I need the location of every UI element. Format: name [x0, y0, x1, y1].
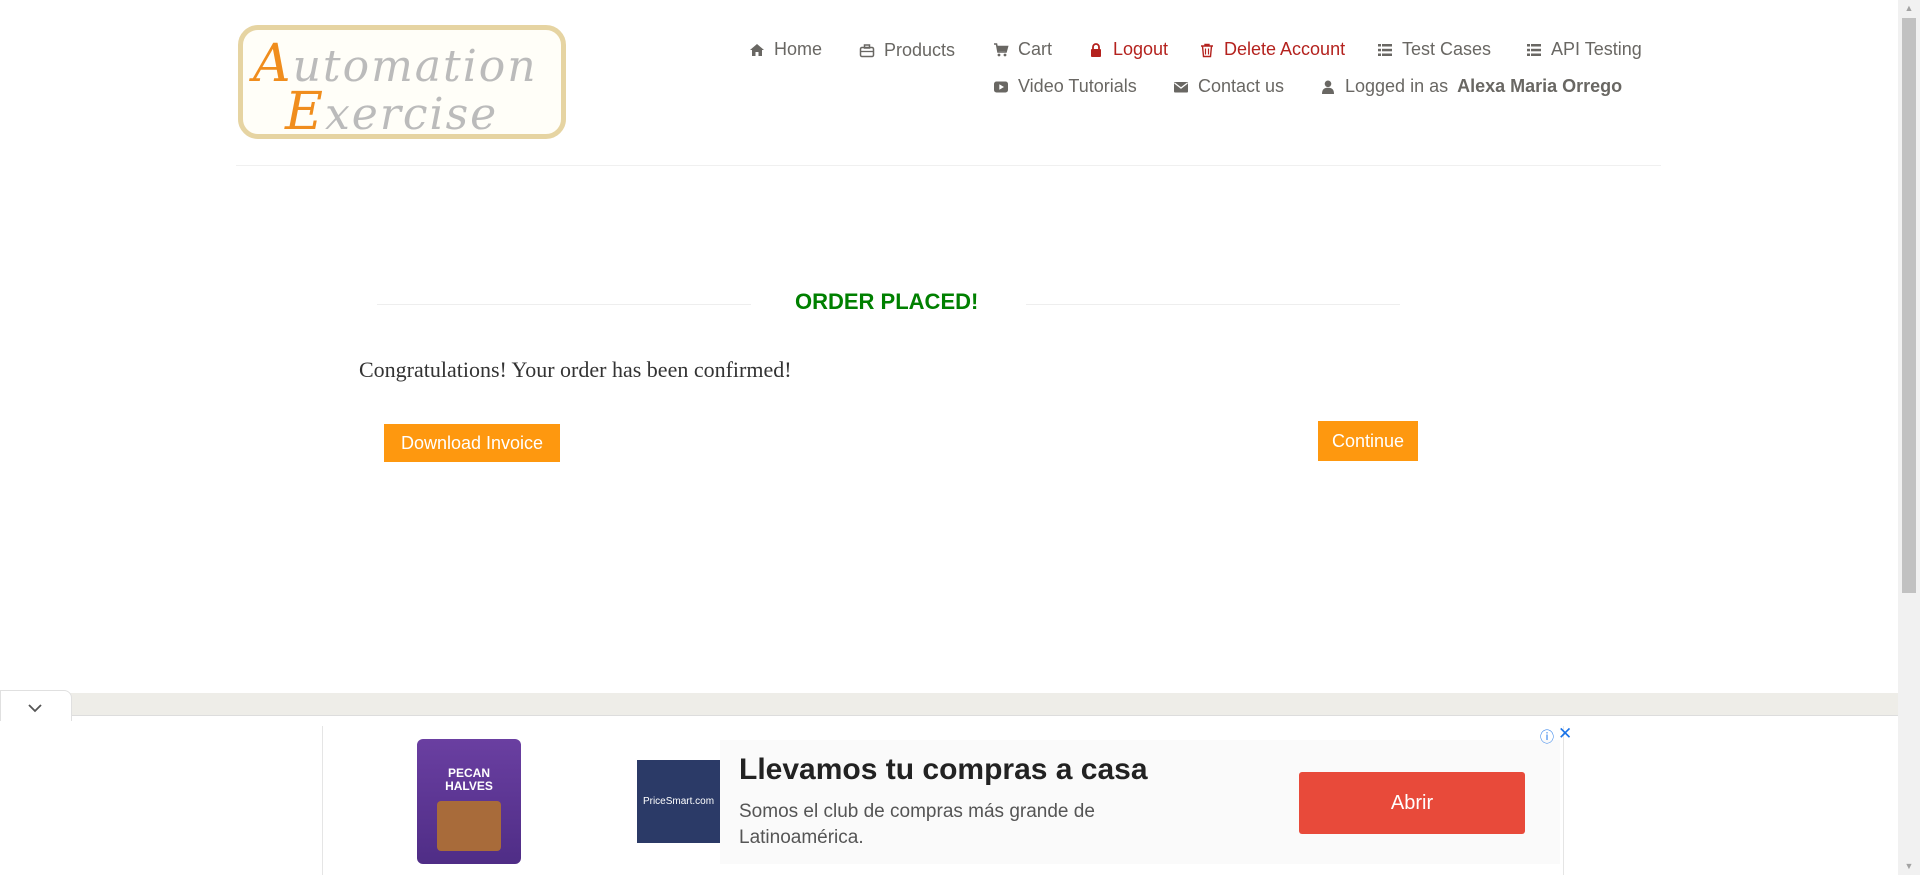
nav-contact-us-label: Contact us: [1198, 76, 1285, 96]
nav-products-label: Products: [884, 40, 956, 60]
nav-delete-account-label: Delete Account: [1224, 39, 1346, 59]
vertical-scrollbar[interactable]: ▲ ▼: [1898, 0, 1920, 875]
envelope-icon: [1173, 79, 1189, 95]
list-icon: [1526, 42, 1542, 58]
ad-subtext: Somos el club de compras más grande de L…: [739, 801, 1095, 848]
title-line-right: [1026, 304, 1400, 305]
briefcase-icon: [859, 43, 875, 59]
ad-cta-button[interactable]: Abrir: [1299, 772, 1525, 834]
page-title: ORDER PLACED!: [795, 289, 979, 314]
chevron-down-icon: [27, 700, 43, 716]
nav-products[interactable]: Products: [859, 40, 955, 61]
header-divider: [236, 165, 1661, 166]
scroll-down-icon[interactable]: ▼: [1898, 858, 1920, 875]
download-invoice-button[interactable]: Download Invoice: [384, 424, 560, 462]
logged-in-status: Logged in as Alexa Maria Orrego: [1320, 76, 1622, 97]
nav-api-testing[interactable]: API Testing: [1526, 39, 1642, 60]
list-icon: [1377, 42, 1393, 58]
nav-logout-label: Logout: [1113, 39, 1169, 59]
ad-product-label: PECAN HALVES: [445, 766, 493, 793]
nav-video-tutorials-label: Video Tutorials: [1018, 76, 1137, 96]
youtube-icon: [993, 79, 1009, 95]
scroll-up-icon[interactable]: ▲: [1898, 0, 1920, 17]
nav-delete-account[interactable]: Delete Account: [1199, 39, 1345, 60]
ad-brand-logo: PriceSmart.com: [637, 760, 720, 843]
page: Automation Exercise Home Products Cart L…: [0, 0, 1898, 876]
continue-button[interactable]: Continue: [1318, 421, 1418, 461]
nav-home[interactable]: Home: [749, 39, 822, 60]
logged-in-username: Alexa Maria Orrego: [1457, 76, 1623, 96]
info-icon[interactable]: ⓘ: [1540, 727, 1554, 747]
logo-text-2: xercise: [324, 89, 499, 140]
close-icon[interactable]: ✕: [1558, 724, 1572, 744]
logged-in-label: Logged in as: [1345, 76, 1449, 96]
title-line-left: [377, 304, 751, 305]
nav-api-testing-label: API Testing: [1551, 39, 1642, 59]
site-logo[interactable]: Automation Exercise: [238, 25, 566, 142]
cart-icon: [993, 42, 1009, 58]
ad-headline: Llevamos tu compras a casa: [739, 753, 1148, 786]
lock-icon: [1088, 42, 1104, 58]
logo-line-2: Exercise: [285, 82, 498, 142]
nav-cart-label: Cart: [1018, 39, 1053, 59]
nav-contact-us[interactable]: Contact us: [1173, 76, 1284, 97]
nav-home-label: Home: [774, 39, 823, 59]
ad-collapse-button[interactable]: [0, 690, 72, 721]
user-icon: [1320, 79, 1336, 95]
nav-test-cases-label: Test Cases: [1402, 39, 1492, 59]
nav-logout[interactable]: Logout: [1088, 39, 1168, 60]
scrollbar-thumb[interactable]: [1902, 18, 1916, 593]
nav-cart[interactable]: Cart: [993, 39, 1052, 60]
confirmation-message: Congratulations! Your order has been con…: [359, 357, 792, 382]
nav-test-cases[interactable]: Test Cases: [1377, 39, 1491, 60]
ad-product-image: PECAN HALVES: [417, 739, 521, 864]
ad-strip: [70, 693, 1898, 715]
home-icon: [749, 42, 765, 58]
ad-product-window: [437, 801, 501, 851]
trash-icon: [1199, 42, 1215, 58]
logo-cap-e: E: [285, 82, 325, 142]
nav-video-tutorials[interactable]: Video Tutorials: [993, 76, 1137, 97]
